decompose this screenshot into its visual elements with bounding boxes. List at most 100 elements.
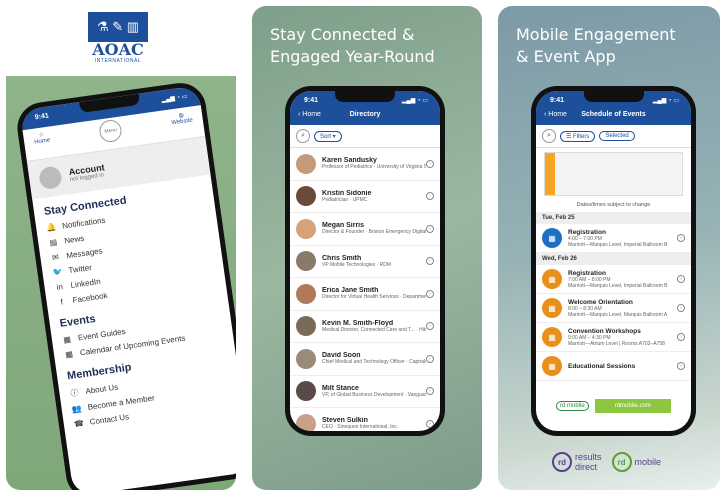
list-item[interactable]: Megan Sirris Director & Founder · Boston …: [290, 213, 440, 246]
twitter-icon: 🐦: [52, 267, 64, 278]
list-item[interactable]: Kevin M. Smith-Floyd Medical Director, Co…: [290, 311, 440, 343]
rd-badge: rd: [552, 452, 572, 472]
person-desc: VP, of Global Business Development · Van…: [322, 391, 426, 398]
chevron-right-icon: ›: [426, 419, 434, 428]
sort-label: Sort: [320, 133, 332, 140]
info-icon: ⓘ: [70, 388, 80, 399]
event-item[interactable]: ▦ Educational Sessions ›: [536, 352, 691, 381]
phone-directory: 9:41 ▂▄▆ ◔ ▭ ‹ Home Directory ⌕ Sort ▾ K…: [285, 86, 445, 436]
person-photo: [296, 153, 316, 174]
list-item[interactable]: David Soon Chief Medical and Technology O…: [290, 343, 440, 376]
phone-schedule: 9:41 ▂▄▆ ◔ ▭ ‹ Home Schedule of Events ⌕…: [531, 86, 696, 436]
menu-item-label: LinkedIn: [69, 276, 102, 291]
news-icon: ▤: [49, 237, 58, 248]
filters-label: Filters: [573, 133, 590, 140]
aoac-logo-mark: ⚗ ✎ ▥: [88, 12, 148, 42]
screenshot-panel-directory: Stay Connected & Engaged Year-Round 9:41…: [252, 6, 482, 490]
person-name: Karen Sandusky: [322, 157, 377, 165]
calendar-icon: ▦: [542, 228, 562, 248]
person-photo: [296, 381, 316, 402]
results-direct-logo: rd results direct: [552, 452, 602, 472]
list-item[interactable]: Karen Sandusky Professor of Pediatrics · …: [290, 148, 440, 181]
avatar: [37, 165, 63, 191]
chevron-right-icon: ›: [426, 159, 434, 168]
chevron-right-icon: ›: [677, 304, 685, 312]
tab-home[interactable]: ☆ Home: [33, 131, 51, 146]
filters-button[interactable]: ☰ Filters: [560, 130, 596, 142]
event-item[interactable]: ▦ Registration 4:00 – 7:00 PM Marriott—Marq…: [536, 224, 691, 253]
event-item[interactable]: ▦ Convention Workshops 9:00 AM – 4:30 PM Ma…: [536, 323, 691, 352]
list-item[interactable]: Milt Stance VP, of Global Business Develo…: [290, 376, 440, 408]
chevron-right-icon: ›: [426, 322, 434, 331]
people-icon: 👥: [71, 403, 83, 415]
menu-item-label: About Us: [84, 382, 119, 396]
event-place: Marriott—Atrium Level | Rooms A703–A758: [568, 340, 665, 347]
person-desc: CEO · Sinequon International, Inc.: [322, 424, 399, 431]
person-name: Chris Smith: [322, 254, 362, 262]
menu-sections: Stay Connected 🔔 Notifications ▤ News ✉ Messag…: [32, 174, 236, 433]
event-item[interactable]: ▦ Registration 7:00 AM – 8:00 PM Marriott—M…: [536, 265, 691, 294]
selected-button[interactable]: Selected: [599, 131, 635, 141]
phone-notch: [583, 91, 644, 102]
panel3-headline-2: & Event App: [516, 47, 616, 66]
aoac-logo: ⚗ ✎ ▥ AOAC INTERNATIONAL: [86, 12, 150, 70]
calendar-icon: ▦: [542, 327, 562, 347]
brand2: mobile: [634, 457, 662, 467]
screenshot-panel-aoac: ⚗ ✎ ▥ AOAC INTERNATIONAL 9:41 ▂▄▆ ◔ ▭ ☆ H…: [6, 6, 236, 490]
person-desc: Pediatrician · UPMC: [322, 196, 368, 203]
event-name: Educational Sessions: [568, 362, 636, 370]
app-footer-banner[interactable]: rd mobile rdmobile.com: [550, 395, 677, 417]
aoac-logo-text: AOAC: [92, 40, 144, 59]
person-name: Kristin Sidonie: [322, 189, 372, 197]
person-desc: Director & Founder · Boston Emergency Di…: [322, 229, 426, 236]
list-item[interactable]: Kristin Sidonie Pediatrician · UPMC ›: [290, 181, 440, 213]
list-item[interactable]: Steven Sulkin CEO · Sinequon Internationa…: [290, 408, 440, 431]
person-name: David Soon: [322, 352, 361, 360]
chevron-right-icon: ›: [677, 362, 685, 370]
calendar-icon: ▦: [542, 298, 562, 318]
person-photo: [296, 413, 316, 431]
sort-button[interactable]: Sort ▾: [314, 130, 342, 142]
chevron-right-icon: ›: [426, 224, 434, 233]
event-place: Marriott—Marquis Level, Imperial Ballroo…: [568, 241, 668, 248]
rd-badge: rd: [611, 452, 632, 472]
person-photo: [296, 218, 316, 239]
event-item[interactable]: ▦ Welcome Orientation 8:00 – 8:30 AM Marrio…: [536, 294, 691, 323]
event-name: Registration: [568, 228, 606, 236]
day-header: Wed, Feb 26: [536, 253, 691, 265]
list-item[interactable]: Erica Jane Smith Director for Virtual Hea…: [290, 278, 440, 311]
signal-icon: ▂▄▆ ◔ ▭: [652, 98, 679, 104]
tab-home-label: Home: [33, 137, 51, 146]
bell-icon: 🔔: [45, 222, 57, 233]
chevron-right-icon: ›: [426, 289, 434, 298]
list-item[interactable]: Chris Smith VP Mobile Technologies · RDM ›: [290, 246, 440, 278]
person-desc: Chief Medical and Technology Officer · C…: [322, 359, 426, 366]
chevron-right-icon: ›: [677, 275, 685, 283]
facebook-icon: f: [60, 297, 64, 307]
menu-item-label: Contact Us: [89, 412, 130, 427]
person-name: Kevin M. Smith-Floyd: [322, 319, 394, 327]
people-list: Karen Sandusky Professor of Pediatrics · …: [290, 148, 440, 431]
chevron-right-icon: ›: [426, 387, 434, 396]
page-title: Directory: [349, 111, 381, 118]
screenshot-panel-schedule: Mobile Engagement & Event App 9:41 ▂▄▆ ◔…: [498, 6, 720, 490]
search-icon[interactable]: ⌕: [296, 129, 310, 143]
calendar-icon: ▦: [542, 356, 562, 376]
person-photo: [296, 251, 316, 272]
tab-website[interactable]: ◍ Website: [170, 111, 193, 127]
brand1-line2: direct: [575, 462, 598, 472]
person-photo: [296, 283, 316, 304]
menu-item-label: News: [63, 233, 85, 246]
chevron-right-icon: ›: [426, 354, 434, 363]
person-photo: [296, 316, 316, 337]
footer-url: rdmobile.com: [594, 399, 671, 413]
menu-item-label: Twitter: [67, 262, 93, 276]
search-icon[interactable]: ⌕: [542, 129, 556, 143]
status-time: 9:41: [34, 112, 50, 122]
event-place: Marriott—Marquis Level, Marquis Ballroom…: [568, 311, 668, 318]
brand1-line1: results: [575, 452, 602, 462]
days-list: Tue, Feb 25 ▦ Registration 4:00 – 7:00 PM Ma…: [536, 212, 691, 381]
phone-menu: 9:41 ▂▄▆ ◔ ▭ ☆ Home Menu ◍ Website Account…: [14, 79, 236, 490]
chevron-right-icon: ›: [426, 257, 434, 266]
menu-button[interactable]: Menu: [98, 118, 124, 144]
